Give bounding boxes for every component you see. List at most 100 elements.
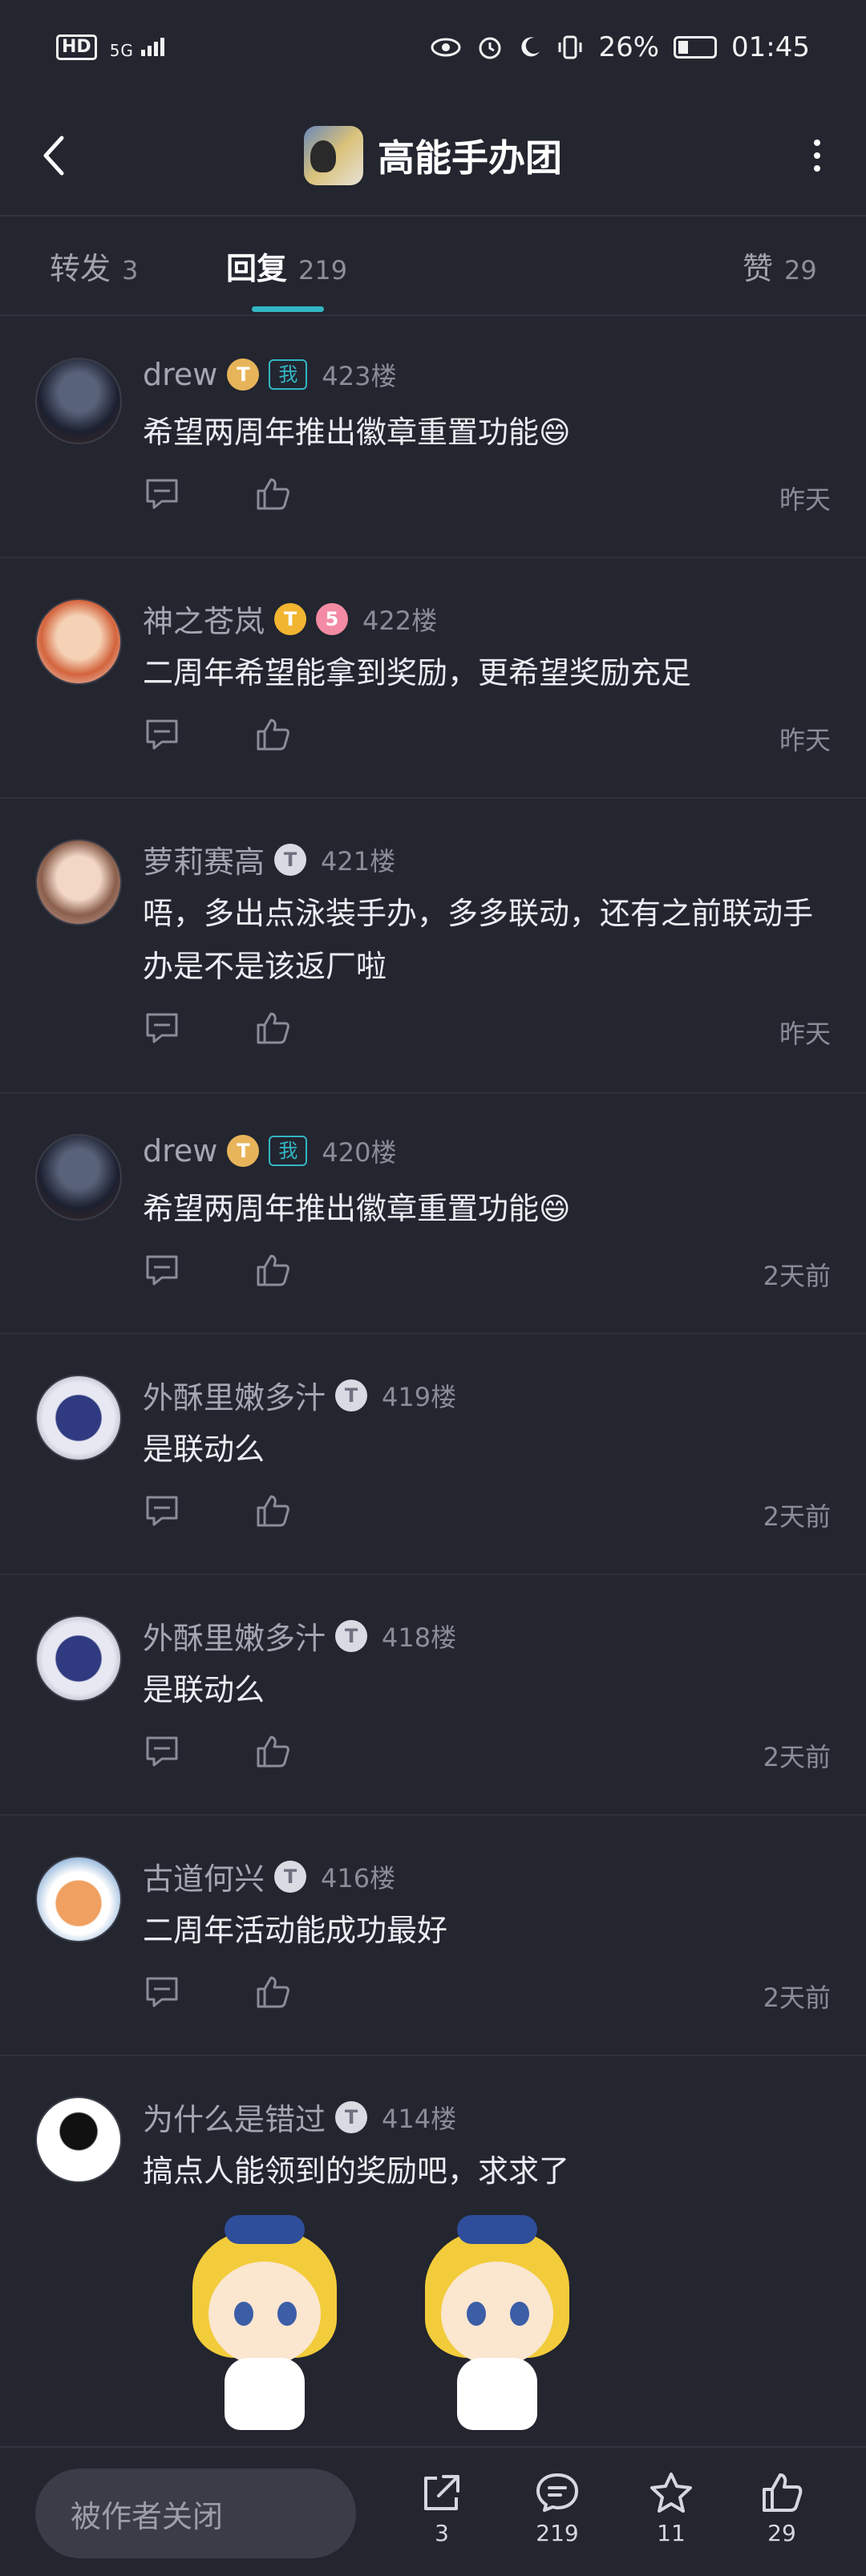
floor-number: 420楼 bbox=[322, 1137, 397, 1168]
comment-button[interactable] bbox=[143, 475, 181, 513]
like-button[interactable] bbox=[253, 1009, 292, 1047]
avatar[interactable] bbox=[35, 598, 122, 685]
reply-content: 搞点人能领到的奖励吧，求求了 bbox=[143, 2153, 570, 2189]
username[interactable]: drew bbox=[143, 357, 217, 392]
comment-icon bbox=[146, 1736, 178, 1767]
comment-icon bbox=[146, 719, 178, 750]
reply-item: 萝莉赛高 T 421楼 唔，多出点泳装手办，多多联动，还有之前联动手办是不是该返… bbox=[0, 799, 866, 1094]
avatar[interactable] bbox=[35, 1856, 122, 1942]
timestamp: 2天前 bbox=[763, 1501, 831, 1532]
username[interactable]: 为什么是错过 bbox=[143, 2095, 326, 2139]
tabs-divider bbox=[0, 314, 866, 316]
comment-button[interactable] bbox=[143, 1492, 181, 1530]
sticker-images[interactable] bbox=[176, 2213, 625, 2438]
floor-number: 421楼 bbox=[321, 845, 396, 877]
avatar[interactable] bbox=[35, 358, 122, 444]
comment-button[interactable] bbox=[143, 1009, 181, 1047]
more-options-button[interactable] bbox=[805, 132, 829, 180]
like-button[interactable] bbox=[253, 1492, 292, 1530]
avatar[interactable] bbox=[35, 839, 122, 925]
reply-item: 外酥里嫩多汁 T 418楼 是联动么 2天前 bbox=[0, 1575, 866, 1816]
comment-icon bbox=[146, 1496, 178, 1526]
username[interactable]: 神之苍岚 bbox=[143, 597, 265, 641]
reply-item: 古道何兴 T 416楼 二周年活动能成功最好 2天前 bbox=[0, 1816, 866, 2056]
username[interactable]: drew bbox=[143, 1133, 217, 1169]
comment-button[interactable] bbox=[143, 1732, 181, 1771]
thumbs-up-icon bbox=[257, 1495, 289, 1527]
tab-count: 219 bbox=[298, 255, 348, 286]
me-badge: 我 bbox=[269, 359, 308, 390]
comment-icon bbox=[146, 1013, 178, 1043]
avatar[interactable] bbox=[35, 1375, 122, 1461]
back-button[interactable] bbox=[34, 132, 72, 180]
reply-input-disabled[interactable]: 被作者关闭 bbox=[35, 2469, 356, 2558]
tab-label: 赞 bbox=[743, 251, 774, 286]
level-badge: T bbox=[335, 1619, 368, 1652]
tab-reposts[interactable]: 转发 3 bbox=[50, 244, 138, 288]
level-badge: T bbox=[335, 1379, 368, 1412]
comment-icon bbox=[146, 1977, 178, 2007]
reply-content: 希望两周年推出徽章重置功能😄 bbox=[143, 1191, 571, 1226]
comment-button[interactable] bbox=[143, 715, 181, 754]
like-button[interactable] bbox=[253, 1732, 292, 1771]
sticker-image[interactable] bbox=[409, 2213, 585, 2438]
floor-number: 416楼 bbox=[321, 1862, 396, 1894]
reply-item: drew T 我 423楼 希望两周年推出徽章重置功能😄 昨天 bbox=[0, 318, 866, 558]
thumbs-up-icon bbox=[257, 478, 289, 510]
chevron-left-icon bbox=[43, 136, 64, 176]
star-count: 11 bbox=[657, 2520, 686, 2546]
timestamp: 昨天 bbox=[779, 1019, 831, 1049]
share-icon bbox=[424, 2475, 459, 2510]
username[interactable]: 外酥里嫩多汁 bbox=[143, 1614, 326, 1658]
thumbs-up-icon bbox=[257, 1976, 289, 2008]
username[interactable]: 古道何兴 bbox=[143, 1854, 265, 1898]
tab-replies[interactable]: 回复 219 bbox=[226, 244, 347, 288]
tab-count: 29 bbox=[784, 255, 817, 286]
like-button[interactable] bbox=[253, 1251, 292, 1290]
timestamp: 2天前 bbox=[763, 1261, 831, 1291]
username[interactable]: 外酥里嫩多汁 bbox=[143, 1373, 326, 1417]
like-button[interactable] bbox=[253, 715, 292, 754]
comment-count-button[interactable]: 219 bbox=[513, 2470, 601, 2546]
thumbs-up-icon bbox=[257, 719, 289, 751]
thumbs-up-icon bbox=[257, 1012, 289, 1044]
tab-label: 转发 bbox=[50, 251, 111, 286]
reply-content: 希望两周年推出徽章重置功能😄 bbox=[143, 415, 571, 450]
tab-label: 回复 bbox=[226, 251, 288, 286]
thumbs-up-icon bbox=[257, 1736, 289, 1768]
username[interactable]: 萝莉赛高 bbox=[143, 837, 265, 881]
like-button[interactable] bbox=[253, 1973, 292, 2011]
network-type: 5G bbox=[109, 40, 134, 60]
bottom-action-bar: 被作者关闭 3 219 11 29 bbox=[0, 2446, 866, 2576]
medal-badge: 5 bbox=[316, 602, 349, 635]
reply-content: 二周年活动能成功最好 bbox=[143, 1913, 448, 1948]
reply-content: 二周年希望能拿到奖励，更希望奖励充足 bbox=[143, 655, 692, 691]
comment-button[interactable] bbox=[143, 1973, 181, 2011]
level-badge: T bbox=[274, 1860, 307, 1893]
like-button[interactable] bbox=[253, 475, 292, 513]
more-dot-icon bbox=[814, 140, 820, 146]
eye-icon bbox=[431, 38, 461, 57]
floor-number: 422楼 bbox=[362, 605, 438, 636]
share-button[interactable]: 3 bbox=[398, 2470, 486, 2546]
timestamp: 2天前 bbox=[763, 1983, 831, 2013]
sticker-image[interactable] bbox=[176, 2213, 353, 2438]
avatar[interactable] bbox=[35, 1615, 122, 1702]
comment-button[interactable] bbox=[143, 1251, 181, 1290]
timestamp: 昨天 bbox=[779, 484, 831, 515]
moon-icon bbox=[521, 37, 540, 57]
signal-icon bbox=[141, 37, 165, 56]
like-count: 29 bbox=[767, 2520, 796, 2546]
comment-count: 219 bbox=[536, 2520, 579, 2546]
reply-content: 是联动么 bbox=[143, 1672, 265, 1707]
level-badge: T bbox=[274, 602, 307, 635]
like-post-button[interactable]: 29 bbox=[738, 2470, 826, 2546]
share-count: 3 bbox=[435, 2520, 449, 2546]
reply-content: 是联动么 bbox=[143, 1432, 265, 1467]
avatar[interactable] bbox=[35, 1134, 122, 1221]
avatar[interactable] bbox=[35, 2096, 122, 2183]
star-button[interactable]: 11 bbox=[627, 2470, 715, 2546]
page-title: 高能手办团 bbox=[378, 136, 562, 180]
status-bar: HD 5G 26% 01:45 bbox=[0, 0, 866, 95]
tab-likes[interactable]: 赞 29 bbox=[743, 244, 817, 288]
